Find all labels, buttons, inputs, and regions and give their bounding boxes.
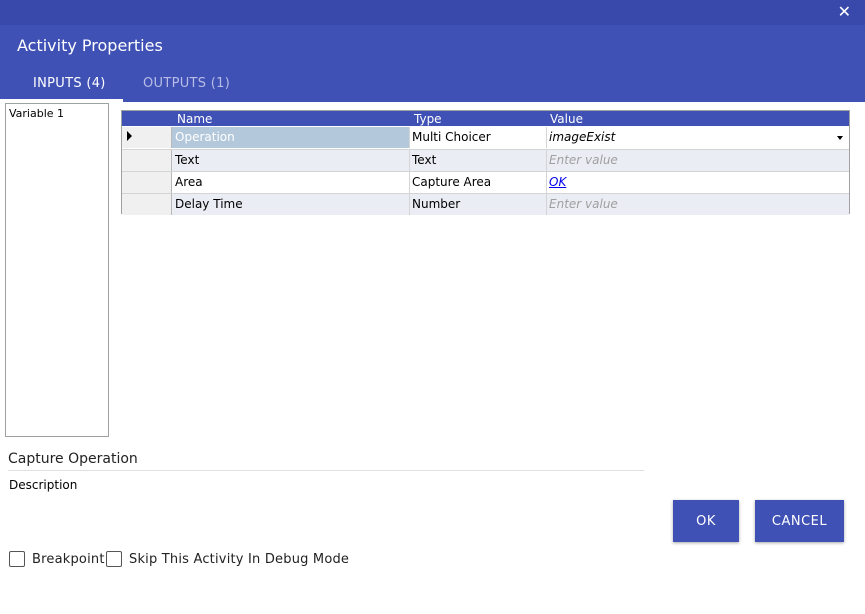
column-divider [546, 172, 547, 193]
row-name[interactable]: Operation [175, 130, 235, 144]
text-value-input[interactable]: Enter value [549, 153, 618, 167]
grid-row-text[interactable]: Text Text Enter value [122, 149, 849, 171]
row-name[interactable]: Area [175, 175, 203, 189]
column-header-name[interactable]: Name [177, 112, 212, 126]
column-divider [409, 150, 410, 171]
column-header-type[interactable]: Type [414, 112, 442, 126]
properties-grid: Name Type Value Operation Multi Choicer … [121, 110, 850, 215]
row-type: Text [412, 153, 437, 167]
row-type: Number [412, 197, 461, 211]
skip-debug-label: Skip This Activity In Debug Mode [129, 552, 350, 567]
breakpoint-checkbox[interactable] [9, 551, 25, 567]
active-tab-indicator [0, 99, 123, 102]
cancel-button[interactable]: CANCEL [755, 500, 844, 542]
row-type: Capture Area [412, 175, 492, 189]
column-divider [409, 194, 410, 215]
skip-debug-checkbox[interactable] [106, 551, 122, 567]
chevron-down-icon[interactable] [837, 136, 843, 140]
column-divider [546, 150, 547, 171]
column-divider [546, 194, 547, 215]
variable-list[interactable]: Variable 1 [5, 103, 109, 437]
column-divider [409, 172, 410, 193]
column-divider [546, 127, 547, 148]
capture-area-link[interactable]: OK [549, 175, 566, 189]
row-header[interactable] [122, 172, 172, 193]
column-divider [409, 127, 410, 148]
activity-description-title: Capture Operation [8, 451, 138, 467]
close-icon[interactable]: ✕ [838, 3, 851, 21]
row-header[interactable] [122, 150, 172, 171]
tab-inputs[interactable]: INPUTS (4) [33, 76, 106, 91]
row-name[interactable]: Text [175, 153, 199, 167]
row-header[interactable] [122, 127, 172, 148]
dialog-header: Activity Properties INPUTS (4) OUTPUTS (… [0, 25, 865, 102]
operation-select[interactable]: imageExist [549, 130, 615, 144]
tab-outputs[interactable]: OUTPUTS (1) [143, 76, 230, 91]
caret-right-icon [127, 131, 132, 141]
grid-row-operation[interactable]: Operation Multi Choicer imageExist [122, 127, 849, 149]
description-label: Description [9, 478, 78, 492]
variable-list-item[interactable]: Variable 1 [9, 107, 64, 120]
grid-row-delay-time[interactable]: Delay Time Number Enter value [122, 193, 849, 215]
divider [8, 470, 644, 471]
grid-row-area[interactable]: Area Capture Area OK [122, 171, 849, 193]
delay-time-input[interactable]: Enter value [549, 197, 618, 211]
window-titlebar: ✕ [0, 0, 865, 25]
dialog-title: Activity Properties [17, 36, 163, 55]
column-header-value[interactable]: Value [550, 112, 583, 126]
breakpoint-label: Breakpoint [32, 552, 105, 567]
ok-button[interactable]: OK [673, 500, 739, 542]
row-header[interactable] [122, 194, 172, 215]
row-name[interactable]: Delay Time [175, 197, 243, 211]
row-type: Multi Choicer [412, 130, 491, 144]
grid-header: Name Type Value [122, 111, 849, 126]
